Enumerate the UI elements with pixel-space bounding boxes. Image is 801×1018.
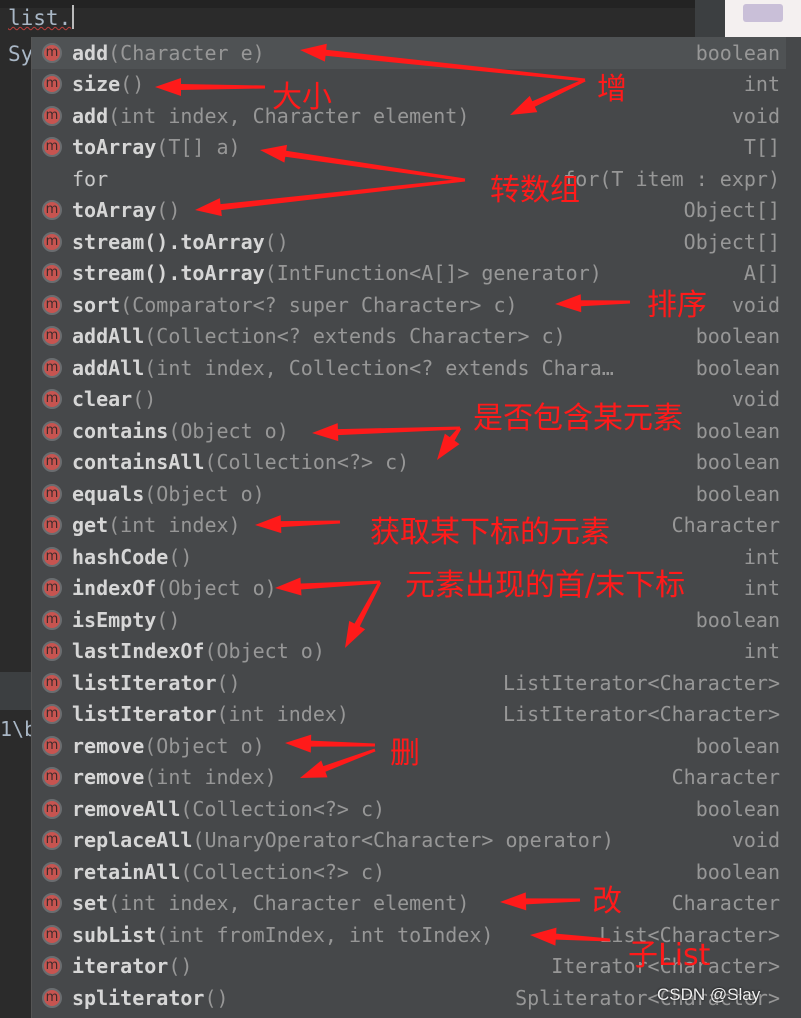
annotation-label: 元素出现的首/末下标: [405, 568, 686, 603]
annotation-label: 大小: [272, 80, 332, 115]
annotation-arrow: [530, 927, 611, 946]
annotation-label: 子List: [628, 938, 711, 973]
annotation-label: 获取某下标的元素: [370, 515, 610, 550]
annotation-arrow: [255, 515, 341, 534]
annotation-label: 改: [592, 884, 622, 919]
annotation-arrow: [300, 43, 586, 82]
annotation-arrow: [345, 581, 382, 648]
annotation-label: 排序: [647, 288, 707, 323]
annotation-label: 是否包含某元素: [473, 401, 683, 436]
watermark: CSDN @Slay: [657, 985, 761, 1004]
annotation-arrow: [555, 294, 631, 313]
annotation-arrow: [312, 423, 461, 442]
annotation-arrow: [275, 577, 381, 596]
annotation-label: 增: [597, 72, 627, 107]
annotation-arrow: [155, 78, 265, 96]
annotation-label: 删: [390, 736, 420, 771]
annotation-arrow: [195, 178, 466, 217]
annotation-arrow: [285, 734, 376, 753]
annotation-arrow: [300, 748, 376, 778]
annotation-arrow: [260, 144, 466, 182]
annotation-label: 转数组: [490, 173, 580, 208]
annotation-arrow: [510, 78, 586, 115]
annotation-arrow: [437, 427, 462, 460]
annotation-arrow: [500, 892, 581, 911]
